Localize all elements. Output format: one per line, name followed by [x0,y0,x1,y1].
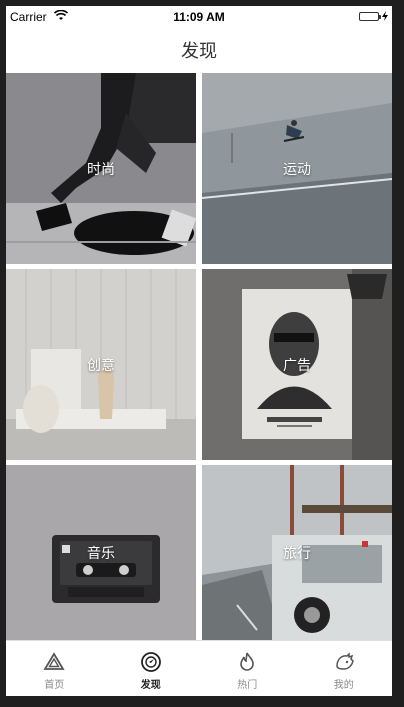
tab-label: 我的 [333,680,354,691]
category-tile-music[interactable]: 音乐 [6,465,196,640]
category-label: 音乐 [87,545,115,562]
tab-bar: 首页 发现 热门 我的 [6,640,392,696]
triangle-icon [43,652,65,670]
category-tile-sports[interactable]: 运动 [202,73,392,264]
charging-icon [382,11,388,21]
tab-label: 发现 [140,680,161,691]
battery-indicator [359,11,388,21]
clock: 11:09 AM [173,10,225,24]
tab-hot[interactable]: 热门 [199,641,296,696]
category-label: 创意 [87,357,115,374]
category-tile-advertising[interactable]: 广告 [202,269,392,460]
navigation-bar: 发现 [6,28,392,72]
hedgehog-icon [335,652,354,670]
tab-label: 首页 [44,680,65,691]
compass-icon [140,652,161,672]
category-tile-creative[interactable]: 创意 [6,269,196,460]
category-label: 广告 [283,357,311,374]
category-tile-travel[interactable]: 旅行 [202,465,392,640]
page-title: 发现 [181,41,217,62]
tab-profile[interactable]: 我的 [296,641,393,696]
battery-icon [359,11,381,21]
tab-discover[interactable]: 发现 [103,641,200,696]
category-label: 时尚 [87,161,115,178]
category-tile-fashion[interactable]: 时尚 [6,73,196,264]
tab-home[interactable]: 首页 [6,641,103,696]
phone-screen: Carrier 11:09 AM 发现 时尚 运动 创意 广告 音乐 旅行 首页… [6,6,392,696]
flame-icon [240,652,255,671]
tab-label: 热门 [237,680,258,691]
status-bar: Carrier 11:09 AM [6,6,392,28]
category-label: 运动 [283,161,311,178]
category-label: 旅行 [283,545,311,562]
